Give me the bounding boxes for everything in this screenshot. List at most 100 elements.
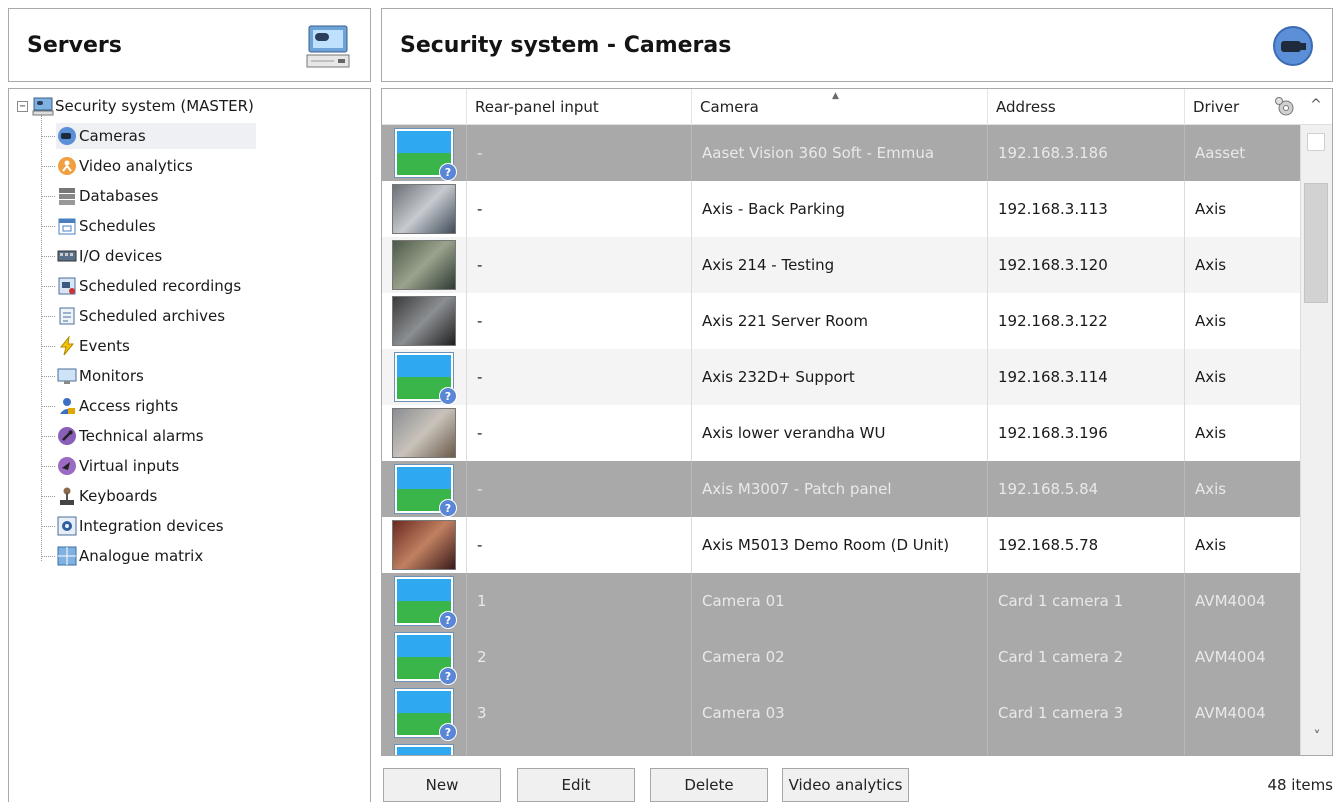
- tree-item-access-rights[interactable]: Access rights: [56, 393, 178, 419]
- cell-camera: Camera 03: [691, 685, 987, 741]
- cameras-grid: Rear-panel input Camera ▲ Address Driver…: [381, 88, 1333, 756]
- thumbnail-cell: ?: [382, 741, 466, 755]
- tree-item-monitors[interactable]: Monitors: [56, 363, 144, 389]
- new-button[interactable]: New: [383, 768, 501, 802]
- tree-item-label: Integration devices: [79, 517, 224, 535]
- tree-item-label: I/O devices: [79, 247, 163, 265]
- table-row[interactable]: ? - Axis 232D+ Support 192.168.3.114 Axis: [382, 349, 1300, 405]
- cell-rear: 2: [466, 629, 691, 685]
- table-row[interactable]: ? 2 Camera 02 Card 1 camera 2 AVM4004: [382, 629, 1300, 685]
- table-row[interactable]: - Axis 214 - Testing 192.168.3.120 Axis: [382, 237, 1300, 293]
- tree-item-integration-devices[interactable]: Integration devices: [56, 513, 224, 539]
- tree-item-label: Events: [79, 337, 130, 355]
- io-device-icon: [56, 245, 78, 267]
- scroll-track-marker: [1307, 133, 1325, 151]
- table-row[interactable]: ? 1 Camera 01 Card 1 camera 1 AVM4004: [382, 573, 1300, 629]
- tree-item-keyboards[interactable]: Keyboards: [56, 483, 157, 509]
- tree-item-analogue-matrix[interactable]: Analogue matrix: [56, 543, 203, 569]
- cell-driver: [1184, 741, 1300, 755]
- table-row[interactable]: - Axis lower verandha WU 192.168.3.196 Axis: [382, 405, 1300, 461]
- tree-item-events[interactable]: Events: [56, 333, 130, 359]
- tree-root[interactable]: − Security system (MASTER): [17, 95, 254, 117]
- tree-item-label: Access rights: [79, 397, 179, 415]
- cell-camera: Axis 232D+ Support: [691, 349, 987, 405]
- edit-button[interactable]: Edit: [517, 768, 635, 802]
- scroll-down-icon[interactable]: ˅: [1301, 729, 1332, 749]
- cell-driver: Axis: [1184, 181, 1300, 237]
- tree-item-label: Technical alarms: [79, 427, 204, 445]
- tree-item-virtual-inputs[interactable]: Virtual inputs: [56, 453, 179, 479]
- tree-item-label: Video analytics: [79, 157, 193, 175]
- table-row[interactable]: - Axis - Back Parking 192.168.3.113 Axis: [382, 181, 1300, 237]
- cell-address: 192.168.3.186: [987, 125, 1184, 181]
- thumbnail-cell: ?: [382, 461, 466, 517]
- thumbnail-cell: [382, 405, 466, 461]
- column-header-address[interactable]: Address: [987, 89, 1184, 125]
- grid-icon: [56, 545, 78, 567]
- table-row[interactable]: - Axis 221 Server Room 192.168.3.122 Axis: [382, 293, 1300, 349]
- tree-item-label: Cameras: [79, 127, 146, 145]
- lightning-icon: [56, 335, 78, 357]
- table-row[interactable]: ? - Aaset Vision 360 Soft - Emmua 192.168.3…: [382, 125, 1300, 181]
- tree-item-scheduled-recordings[interactable]: Scheduled recordings: [56, 273, 241, 299]
- tree-item-label: Monitors: [79, 367, 144, 385]
- tree-item-cameras[interactable]: Cameras: [56, 123, 256, 149]
- cell-driver: Axis: [1184, 405, 1300, 461]
- delete-button[interactable]: Delete: [650, 768, 768, 802]
- cell-rear: -: [466, 293, 691, 349]
- tree-connector: [42, 406, 55, 407]
- tree-connector: [41, 115, 42, 561]
- tree-item-label: Schedules: [79, 217, 156, 235]
- cell-camera: Axis lower verandha WU: [691, 405, 987, 461]
- tree-root-label: Security system (MASTER): [55, 97, 254, 115]
- scroll-thumb[interactable]: [1304, 183, 1328, 303]
- tree-connector: [42, 496, 55, 497]
- thumbnail-cell: ?: [382, 125, 466, 181]
- tree-item-databases[interactable]: Databases: [56, 183, 158, 209]
- servers-header: Servers: [8, 8, 371, 82]
- cell-rear: -: [466, 125, 691, 181]
- cell-address: 192.168.3.114: [987, 349, 1184, 405]
- cell-camera: Axis M3007 - Patch panel: [691, 461, 987, 517]
- thumbnail-cell: [382, 181, 466, 237]
- table-row[interactable]: - Axis M5013 Demo Room (D Unit) 192.168.5.…: [382, 517, 1300, 573]
- cell-driver: Axis: [1184, 517, 1300, 573]
- wrench-icon: [56, 425, 78, 447]
- thumbnail-cell: ?: [382, 573, 466, 629]
- table-row[interactable]: ?: [382, 741, 1300, 755]
- cell-address: 192.168.5.78: [987, 517, 1184, 573]
- tree-item-video-analytics[interactable]: Video analytics: [56, 153, 193, 179]
- cell-address: [987, 741, 1184, 755]
- column-header-rear-panel[interactable]: Rear-panel input: [466, 89, 691, 125]
- tree-item-io-devices[interactable]: I/O devices: [56, 243, 162, 269]
- tree-connector: [42, 166, 55, 167]
- column-settings-icon[interactable]: [1273, 96, 1297, 118]
- tree-connector: [42, 346, 55, 347]
- cell-rear: -: [466, 237, 691, 293]
- cell-driver: AVM4004: [1184, 685, 1300, 741]
- cell-rear: 3: [466, 685, 691, 741]
- no-preview-icon: ?: [395, 465, 457, 517]
- column-header-camera[interactable]: Camera ▲: [691, 89, 987, 125]
- tree-item-scheduled-archives[interactable]: Scheduled archives: [56, 303, 225, 329]
- column-header-driver[interactable]: Driver: [1184, 89, 1300, 125]
- tree-item-technical-alarms[interactable]: Technical alarms: [56, 423, 204, 449]
- tree-item-schedules[interactable]: Schedules: [56, 213, 156, 239]
- collapse-icon[interactable]: −: [17, 100, 28, 112]
- table-row[interactable]: ? - Axis M3007 - Patch panel 192.168.5.84 Ax…: [382, 461, 1300, 517]
- no-preview-icon: ?: [395, 353, 457, 405]
- scroll-up-icon[interactable]: ^: [1300, 89, 1332, 125]
- cell-rear: -: [466, 181, 691, 237]
- table-row[interactable]: ? 3 Camera 03 Card 1 camera 3 AVM4004: [382, 685, 1300, 741]
- question-badge-icon: ?: [439, 723, 457, 741]
- cell-driver: Axis: [1184, 461, 1300, 517]
- cell-address: 192.168.3.120: [987, 237, 1184, 293]
- thumbnail-cell: ?: [382, 685, 466, 741]
- cell-driver: AVM4004: [1184, 573, 1300, 629]
- vertical-scrollbar[interactable]: ˅: [1300, 125, 1332, 755]
- camera-preview-thumbnail: [392, 184, 456, 234]
- video-analytics-button[interactable]: Video analytics: [782, 768, 909, 802]
- virtual-input-icon: [56, 455, 78, 477]
- tree-connector: [42, 196, 55, 197]
- page-header: Security system - Cameras: [381, 8, 1333, 82]
